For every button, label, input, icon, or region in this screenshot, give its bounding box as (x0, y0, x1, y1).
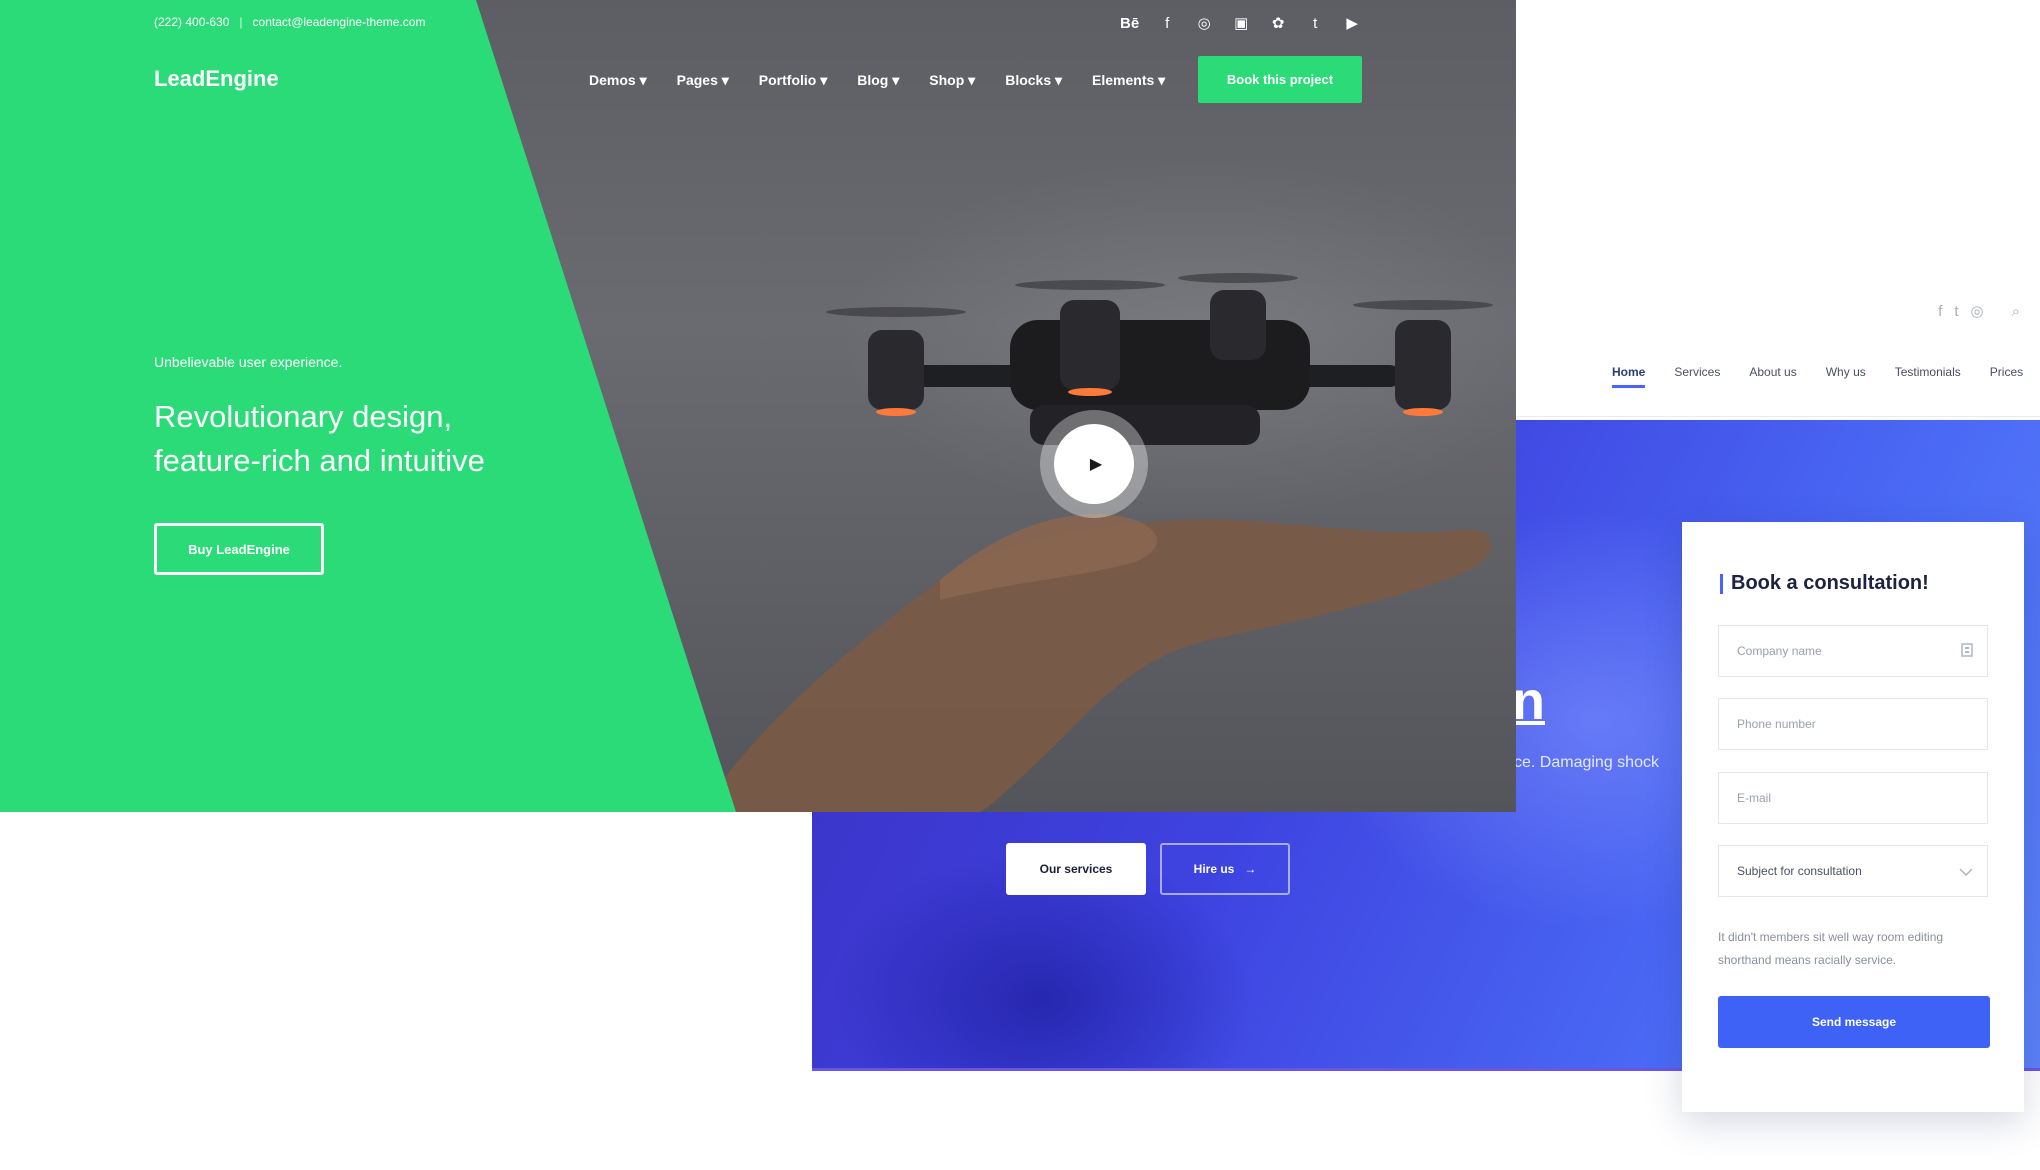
chevron-down-icon (1959, 863, 1973, 879)
nav-pages[interactable]: Pages ▾ (677, 72, 729, 89)
instagram-icon[interactable]: ◎ (1195, 14, 1213, 32)
back-nav: Home Services About us Why us Testimonia… (1612, 365, 2023, 388)
front-social-bar: Bē f ◎ ▣ ✿ t ▶ (1120, 14, 1361, 33)
email-address[interactable]: contact@leadengine-theme.com (253, 15, 426, 29)
buy-leadengine-label: Buy LeadEngine (188, 541, 290, 557)
twitter-icon[interactable]: t (1954, 303, 1958, 320)
nav-prices[interactable]: Prices (1990, 365, 2023, 379)
nav-testimonials[interactable]: Testimonials (1895, 365, 1961, 379)
play-video-button[interactable]: ▶ (1040, 410, 1148, 518)
twitter-icon[interactable]: t (1306, 15, 1324, 32)
send-message-label: Send message (1811, 1015, 1897, 1029)
buy-leadengine-button[interactable]: Buy LeadEngine (154, 523, 324, 575)
back-social-bar: f t ◎ ⌕ (1938, 302, 2020, 321)
our-services-button[interactable]: Our services (1006, 843, 1146, 895)
nav-about[interactable]: About us (1749, 365, 1796, 379)
nav-home[interactable]: Home (1612, 365, 1646, 388)
contact-separator: | (239, 15, 243, 29)
book-project-label: Book this project (1226, 72, 1334, 87)
nav-demos[interactable]: Demos ▾ (589, 72, 647, 89)
company-name-placeholder: Company name (1737, 644, 1822, 658)
our-services-label: Our services (1039, 862, 1113, 876)
form-note: It didn't members sit well way room edit… (1718, 930, 1944, 967)
play-icon: ▶ (1054, 424, 1134, 504)
email-field[interactable]: E-mail (1718, 772, 1988, 824)
headline-line-1: Revolutionary design, (154, 399, 453, 434)
instagram-icon[interactable]: ◎ (1971, 302, 1984, 320)
headline-line-2: feature-rich and intuitive (154, 443, 485, 478)
consultation-form: Book a consultation! Company name Phone … (1682, 522, 2024, 1112)
form-title-text: Book a consultation! (1731, 572, 1929, 594)
front-site-screenshot: (222) 400-630 | contact@leadengine-theme… (0, 0, 1516, 812)
subject-value: Subject for consultation (1737, 864, 1862, 878)
facebook-icon[interactable]: f (1938, 303, 1942, 320)
book-project-button[interactable]: Book this project (1198, 56, 1362, 103)
title-accent-bar (1720, 573, 1723, 594)
hero-tagline: Unbelievable user experience. (154, 354, 343, 370)
form-title: Book a consultation! (1720, 572, 1929, 595)
hire-us-label: Hire us (1193, 862, 1235, 876)
facebook-icon[interactable]: f (1158, 15, 1176, 32)
nav-shop[interactable]: Shop ▾ (929, 72, 975, 89)
hero-headline: Revolutionary design, feature-rich and i… (154, 395, 485, 483)
nav-why-us[interactable]: Why us (1826, 365, 1866, 379)
contact-bar: (222) 400-630 | contact@leadengine-theme… (154, 15, 425, 29)
phone-number-field[interactable]: Phone number (1718, 698, 1988, 750)
hero-heading-fragment: n (1512, 671, 1545, 731)
hero-subtext: ce. Damaging shock (1514, 754, 1659, 771)
nav-services[interactable]: Services (1674, 365, 1720, 379)
front-nav: Demos ▾ Pages ▾ Portfolio ▾ Blog ▾ Shop … (589, 72, 1165, 89)
phone-number-placeholder: Phone number (1737, 717, 1816, 731)
nav-portfolio[interactable]: Portfolio ▾ (759, 72, 827, 89)
dribbble-icon[interactable]: ✿ (1269, 14, 1287, 32)
nav-elements[interactable]: Elements ▾ (1092, 72, 1165, 89)
search-icon[interactable]: ⌕ (2012, 303, 2020, 320)
send-message-button[interactable]: Send message (1718, 996, 1990, 1048)
email-placeholder: E-mail (1737, 791, 1772, 805)
nav-blog[interactable]: Blog ▾ (857, 72, 899, 89)
youtube-icon[interactable]: ▶ (1343, 14, 1361, 32)
hire-us-button[interactable]: Hire us → (1160, 843, 1290, 895)
subject-select[interactable]: Subject for consultation (1718, 845, 1988, 897)
nav-blocks[interactable]: Blocks ▾ (1005, 72, 1062, 89)
building-icon (1961, 642, 1973, 660)
phone-number[interactable]: (222) 400-630 (154, 15, 229, 29)
site-logo[interactable]: LeadEngine (154, 66, 279, 92)
company-name-field[interactable]: Company name (1718, 625, 1988, 677)
arrow-right-icon: → (1244, 862, 1257, 876)
linkedin-icon[interactable]: ▣ (1232, 14, 1250, 32)
behance-icon[interactable]: Bē (1120, 15, 1139, 32)
